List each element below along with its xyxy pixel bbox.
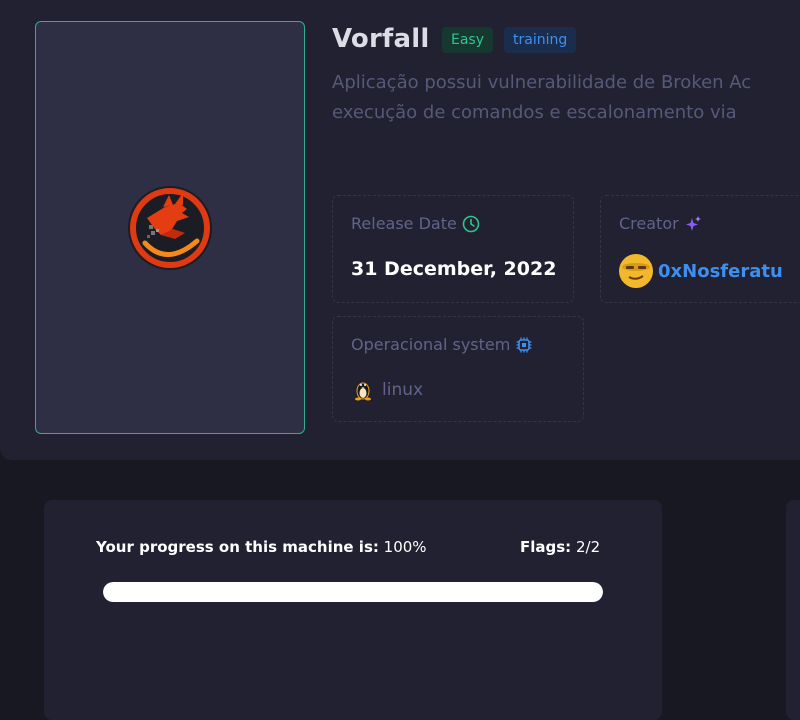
machine-description: Aplicação possui vulnerabilidade de Brok…: [332, 68, 800, 128]
creator-link[interactable]: 0xNosferatu: [619, 254, 783, 288]
sparkle-icon: [685, 215, 701, 231]
progress-label-row: Your progress on this machine is: 100%: [96, 538, 427, 556]
machine-image-frame: [35, 21, 305, 434]
chip-icon: [516, 337, 532, 352]
machine-header-panel: Vorfall Easy training Aplicação possui v…: [0, 0, 800, 460]
release-date-label: Release Date: [351, 214, 457, 233]
description-line-1: Aplicação possui vulnerabilidade de Brok…: [332, 72, 752, 93]
machine-title: Vorfall: [332, 24, 430, 54]
tag-badge: training: [504, 27, 577, 53]
release-date-label-row: Release Date: [351, 214, 480, 233]
progress-value: 100%: [383, 538, 427, 556]
difficulty-badge: Easy: [442, 27, 494, 53]
creator-avatar: [619, 254, 653, 288]
progress-label: Your progress on this machine is:: [96, 538, 379, 556]
os-value-row: linux: [353, 379, 423, 401]
creator-label-row: Creator: [619, 214, 702, 233]
os-label-row: Operacional system: [351, 335, 533, 354]
release-date-value: 31 December, 2022: [351, 258, 557, 280]
dragon-logo-icon: [128, 186, 212, 270]
flags-value: 2/2: [575, 538, 601, 556]
os-name: linux: [382, 380, 424, 400]
release-date-card: Release Date 31 December, 2022: [332, 195, 574, 303]
progress-card: Your progress on this machine is: 100% F…: [44, 500, 662, 720]
os-label: Operacional system: [351, 335, 511, 354]
description-line-2: execução de comandos e escalonamento via: [332, 102, 737, 123]
creator-card: Creator 0xNosferatu: [600, 195, 800, 303]
flags-row: Flags: 2/2: [520, 538, 600, 556]
creator-name[interactable]: 0xNosferatu: [658, 261, 783, 282]
linux-penguin-icon: [355, 382, 371, 401]
flags-label: Flags:: [520, 538, 572, 556]
os-card: Operacional system linux: [332, 316, 584, 422]
clock-icon: [462, 215, 480, 232]
creator-label: Creator: [619, 214, 679, 233]
progress-bar-fill: [103, 582, 603, 602]
side-card: [786, 500, 800, 720]
progress-bar: [103, 582, 603, 602]
